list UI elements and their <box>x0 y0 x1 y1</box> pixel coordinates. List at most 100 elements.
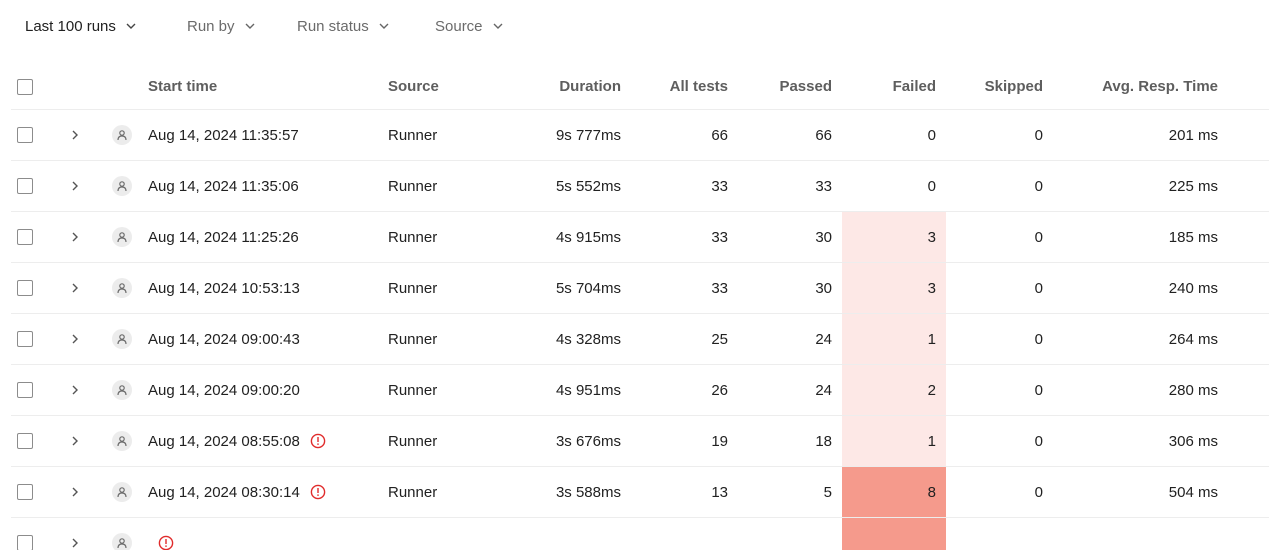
header-all-tests[interactable]: All tests <box>631 64 728 109</box>
passed-cell: 66 <box>815 126 832 144</box>
run-by-avatar <box>111 314 133 364</box>
alert-circle-icon <box>310 484 326 500</box>
table-row[interactable]: Aug 14, 2024 08:30:14 Runner 3s 588ms 13… <box>11 467 1269 518</box>
row-checkbox[interactable] <box>17 433 33 449</box>
start-time-text: Aug 14, 2024 09:00:43 <box>148 330 300 348</box>
range-filter-label: Last 100 runs <box>25 17 116 35</box>
table-row[interactable]: Aug 14, 2024 11:35:06 Runner 5s 552ms 33… <box>11 161 1269 212</box>
run-by-avatar <box>111 518 133 550</box>
all-tests-cell <box>631 518 728 550</box>
row-checkbox[interactable] <box>17 127 33 143</box>
header-start-time[interactable]: Start time <box>148 64 378 109</box>
avg-resp-time-cell: 225 ms <box>1168 177 1218 195</box>
expand-row-button[interactable] <box>65 416 85 466</box>
start-time-cell: Aug 14, 2024 10:53:13 <box>148 263 378 313</box>
start-time-text: Aug 14, 2024 09:00:20 <box>148 381 300 399</box>
all-tests-cell: 26 <box>711 381 728 399</box>
header-source[interactable]: Source <box>388 64 508 109</box>
run-by-avatar <box>111 161 133 211</box>
row-select-cell <box>17 467 37 517</box>
avg-resp-time-cell: 201 ms <box>1168 126 1218 144</box>
passed-cell: 24 <box>815 330 832 348</box>
header-passed[interactable]: Passed <box>736 64 832 109</box>
header-failed[interactable]: Failed <box>842 64 946 109</box>
source-cell <box>388 518 508 550</box>
source-filter[interactable]: Source <box>435 15 504 37</box>
header-avg-resp-time[interactable]: Avg. Resp. Time <box>1051 64 1218 109</box>
expand-row-button[interactable] <box>65 518 85 550</box>
table-row[interactable]: Aug 14, 2024 09:00:20 Runner 4s 951ms 26… <box>11 365 1269 416</box>
row-checkbox[interactable] <box>17 484 33 500</box>
source-cell: Runner <box>388 228 438 246</box>
run-by-avatar <box>111 365 133 415</box>
chevron-right-icon <box>72 538 78 548</box>
row-checkbox[interactable] <box>17 535 33 550</box>
failed-cell: 8 <box>842 467 946 517</box>
failed-cell: 1 <box>842 416 946 466</box>
run-by-filter[interactable]: Run by <box>187 15 256 37</box>
user-icon <box>112 278 132 298</box>
source-cell: Runner <box>388 483 438 501</box>
select-all-checkbox[interactable] <box>17 78 33 95</box>
start-time-cell: Aug 14, 2024 08:55:08 <box>148 416 378 466</box>
run-status-filter[interactable]: Run status <box>297 15 390 37</box>
start-time-cell: Aug 14, 2024 11:35:57 <box>148 110 378 160</box>
chevron-right-icon <box>72 436 78 446</box>
start-time-text: Aug 14, 2024 08:55:08 <box>148 432 300 450</box>
skipped-cell: 0 <box>1034 177 1043 195</box>
expand-row-button[interactable] <box>65 110 85 160</box>
chevron-right-icon <box>72 181 78 191</box>
run-by-avatar <box>111 263 133 313</box>
row-select-cell <box>17 212 37 262</box>
expand-row-button[interactable] <box>65 467 85 517</box>
row-checkbox[interactable] <box>17 382 33 398</box>
table-row[interactable] <box>11 518 1269 550</box>
passed-cell: 33 <box>815 177 832 195</box>
passed-cell: 30 <box>815 228 832 246</box>
row-select-cell <box>17 365 37 415</box>
start-time-cell: Aug 14, 2024 11:35:06 <box>148 161 378 211</box>
table-row[interactable]: Aug 14, 2024 11:25:26 Runner 4s 915ms 33… <box>11 212 1269 263</box>
alert-circle-icon <box>158 535 174 550</box>
avg-resp-time-cell: 240 ms <box>1168 279 1218 297</box>
chevron-right-icon <box>72 385 78 395</box>
chevron-right-icon <box>72 232 78 242</box>
expand-row-button[interactable] <box>65 212 85 262</box>
run-status-filter-label: Run status <box>297 17 369 35</box>
chevron-right-icon <box>72 334 78 344</box>
range-filter[interactable]: Last 100 runs <box>25 15 137 37</box>
duration-cell <box>511 518 621 550</box>
runs-table: Start time Source Duration All tests Pas… <box>11 64 1269 550</box>
header-duration[interactable]: Duration <box>511 64 621 109</box>
table-header: Start time Source Duration All tests Pas… <box>11 64 1269 110</box>
select-all-cell <box>17 64 37 109</box>
skipped-cell <box>956 518 1043 550</box>
row-checkbox[interactable] <box>17 178 33 194</box>
duration-cell: 5s 704ms <box>555 279 621 297</box>
all-tests-cell: 19 <box>711 432 728 450</box>
row-checkbox[interactable] <box>17 280 33 296</box>
skipped-cell: 0 <box>1034 279 1043 297</box>
all-tests-cell: 33 <box>711 279 728 297</box>
duration-cell: 9s 777ms <box>555 126 621 144</box>
expand-row-button[interactable] <box>65 263 85 313</box>
run-by-avatar <box>111 467 133 517</box>
row-checkbox[interactable] <box>17 229 33 245</box>
row-checkbox[interactable] <box>17 331 33 347</box>
expand-row-button[interactable] <box>65 161 85 211</box>
expand-row-button[interactable] <box>65 365 85 415</box>
skipped-cell: 0 <box>1034 126 1043 144</box>
passed-cell: 24 <box>815 381 832 399</box>
table-row[interactable]: Aug 14, 2024 09:00:43 Runner 4s 328ms 25… <box>11 314 1269 365</box>
user-icon <box>112 380 132 400</box>
table-row[interactable]: Aug 14, 2024 08:55:08 Runner 3s 676ms 19… <box>11 416 1269 467</box>
skipped-cell: 0 <box>1034 228 1043 246</box>
run-by-avatar <box>111 416 133 466</box>
table-row[interactable]: Aug 14, 2024 11:35:57 Runner 9s 777ms 66… <box>11 110 1269 161</box>
row-select-cell <box>17 518 37 550</box>
expand-row-button[interactable] <box>65 314 85 364</box>
all-tests-cell: 13 <box>711 483 728 501</box>
table-row[interactable]: Aug 14, 2024 10:53:13 Runner 5s 704ms 33… <box>11 263 1269 314</box>
header-skipped[interactable]: Skipped <box>956 64 1043 109</box>
start-time-cell <box>148 518 378 550</box>
